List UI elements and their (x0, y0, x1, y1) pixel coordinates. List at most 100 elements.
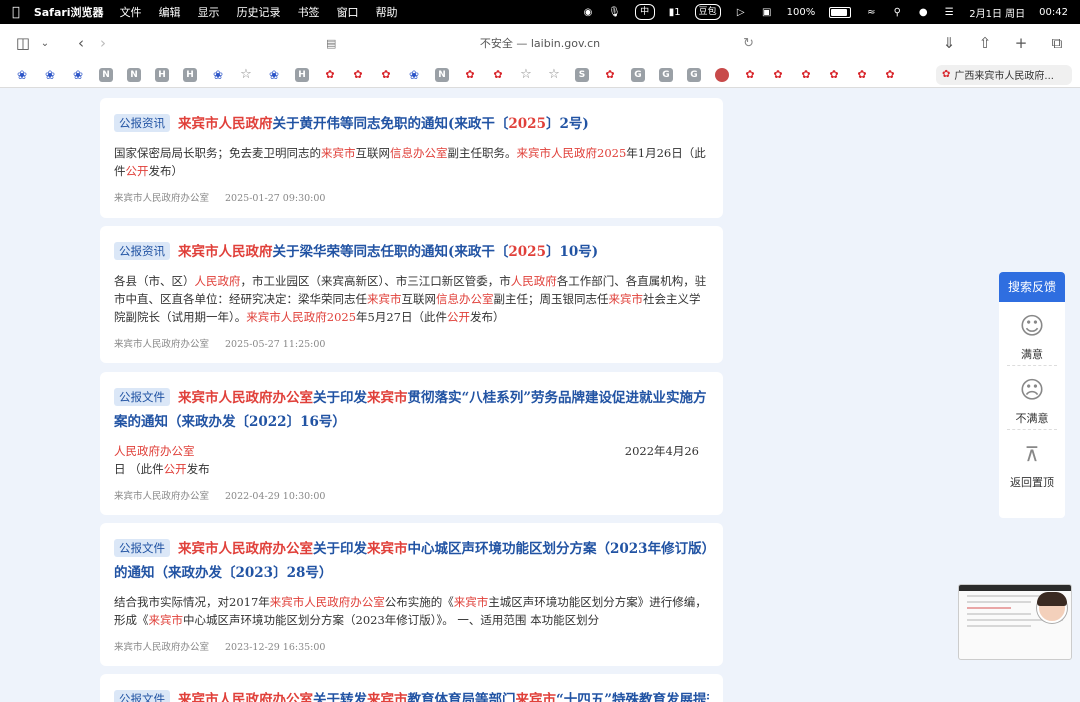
tab-group-chevron-down-icon[interactable]: ⌄ (34, 38, 56, 49)
page-content[interactable]: 公报资讯 来宾市人民政府关于黄开伟等同志免职的通知(来政干〔2025〕2号) 国家… (0, 88, 1080, 702)
title-text[interactable]: 关于黄开伟等同志免职的通知(来政干〔 (273, 116, 509, 132)
n-favicon[interactable]: N (435, 67, 449, 82)
active-favorite-tab[interactable]: ✿ 广西来宾市人民政府... (936, 64, 1072, 85)
active-favorite-tab-label[interactable]: 广西来宾市人民政府... (954, 67, 1054, 82)
control-center-icon[interactable]: ☰ (943, 5, 955, 19)
tab-overview-icon[interactable]: ⧉ (1046, 34, 1068, 52)
government-emblem-favicon[interactable]: ✿ (379, 68, 393, 82)
address-bar[interactable]: ▤ 不安全 — laibin.gov.cn ↻ (320, 30, 760, 56)
result-title-link[interactable]: 公报文件 来宾市人民政府办公室关于印发来宾市贯彻落实“八桂系列”劳务品牌建设促进就… (114, 386, 709, 434)
menu-bookmarks[interactable]: 书签 (298, 4, 320, 20)
title-highlight[interactable]: 2025 (508, 244, 546, 260)
apple-menu-icon[interactable]:  (12, 5, 20, 20)
page-menu-icon[interactable]: ▤ (326, 37, 336, 50)
title-text[interactable]: 来宾市人民政府办公室关于印发来宾市中心城区声环境功能区划分方案（2023年修订版… (114, 541, 708, 581)
doubao-app-icon[interactable]: 豆包 (694, 4, 721, 20)
text-highlight[interactable]: 来宾市人民政府办公室 (178, 692, 313, 702)
menu-edit[interactable]: 编辑 (159, 4, 181, 20)
title-text[interactable]: 来宾市人民政府办公室关于转发来宾市教育体育局等部门来宾市“十四五”特殊教育发展提… (178, 692, 709, 702)
back-to-top-button[interactable]: ⊼ 返回置顶 (1007, 430, 1057, 494)
result-title-link[interactable]: 公报文件 来宾市人民政府办公室关于转发来宾市教育体育局等部门来宾市“十四五”特殊教… (114, 688, 709, 702)
government-emblem-favicon[interactable]: ✿ (351, 68, 365, 82)
title-highlight[interactable]: 2025 (508, 116, 546, 132)
text-run[interactable]: 教育体育局等部门 (408, 692, 516, 702)
star-favicon[interactable]: ☆ (519, 67, 533, 82)
search-feedback-header[interactable]: 搜索反馈 (999, 272, 1065, 302)
reload-icon[interactable]: ↻ (743, 36, 754, 51)
back-button-icon[interactable]: ‹ (70, 34, 92, 52)
siri-icon[interactable]: ● (917, 5, 929, 19)
text-run[interactable]: 关于印发 (313, 390, 367, 406)
baidu-paw-favicon[interactable]: ❀ (407, 68, 421, 82)
g-favicon[interactable]: G (631, 67, 645, 82)
star-favicon[interactable]: ☆ (239, 67, 253, 82)
baidu-paw-favicon[interactable]: ❀ (71, 68, 85, 82)
menubar-time[interactable]: 00:42 (1039, 5, 1068, 19)
star-favicon[interactable]: ☆ (547, 67, 561, 82)
s-favicon[interactable]: S (575, 67, 589, 82)
government-emblem-favicon[interactable]: ✿ (463, 68, 477, 82)
battery-icon[interactable] (829, 6, 852, 18)
satisfied-button[interactable]: ☺ 满意 (1007, 302, 1057, 366)
microphone-icon[interactable]: 🎙 (608, 5, 621, 19)
sidebar-toggle-icon[interactable]: ◫ (12, 34, 34, 52)
government-emblem-favicon[interactable]: ✿ (855, 68, 869, 82)
n-favicon[interactable]: N (99, 67, 113, 82)
menu-help[interactable]: 帮助 (376, 4, 398, 20)
text-run[interactable]: “十四五”特殊教育发展提升 (556, 692, 709, 702)
baidu-paw-favicon[interactable]: ❀ (267, 68, 281, 82)
n-favicon[interactable]: N (127, 67, 141, 82)
result-title-link[interactable]: 公报文件 来宾市人民政府办公室关于印发来宾市中心城区声环境功能区划分方案（2023… (114, 537, 709, 585)
new-tab-plus-icon[interactable]: + (1010, 34, 1032, 52)
text-highlight[interactable]: 来宾市人民政府办公室 (178, 390, 313, 406)
text-highlight[interactable]: 来宾市 (367, 541, 408, 557)
baidu-paw-favicon[interactable]: ❀ (15, 68, 29, 82)
government-emblem-favicon[interactable]: ✿ (491, 68, 505, 82)
unsatisfied-button[interactable]: ☹ 不满意 (1007, 366, 1057, 430)
menu-view[interactable]: 显示 (198, 4, 220, 20)
government-emblem-favicon[interactable]: ✿ (323, 68, 337, 82)
share-icon[interactable]: ⇧ (974, 34, 996, 52)
title-text[interactable]: 〕10号) (546, 244, 598, 260)
g-favicon[interactable]: G (687, 67, 701, 82)
menu-history[interactable]: 历史记录 (237, 4, 281, 20)
address-bar-text[interactable]: 不安全 — laibin.gov.cn (480, 35, 600, 51)
wifi-icon[interactable]: ≈ (865, 5, 877, 19)
menu-window[interactable]: 窗口 (337, 4, 359, 20)
notification-count-icon[interactable]: ▮ 1 (669, 5, 681, 19)
government-emblem-favicon[interactable]: ✿ (799, 68, 813, 82)
government-emblem-favicon[interactable]: ✿ (771, 68, 785, 82)
menubar-date[interactable]: 2月1日 周日 (969, 5, 1025, 20)
s-app-icon[interactable]: ▣ (761, 5, 773, 19)
result-title-link[interactable]: 公报资讯 来宾市人民政府关于黄开伟等同志免职的通知(来政干〔2025〕2号) (114, 112, 709, 136)
text-run[interactable]: 关于印发 (313, 541, 367, 557)
forward-button-icon[interactable]: › (92, 34, 114, 52)
title-highlight[interactable]: 来宾市人民政府 (178, 116, 273, 132)
government-emblem-favicon[interactable]: ✿ (883, 68, 897, 82)
government-emblem-favicon[interactable]: ✿ (603, 68, 617, 82)
text-highlight[interactable]: 来宾市人民政府办公室 (178, 541, 313, 557)
record-icon[interactable]: ◉ (582, 5, 594, 19)
h-favicon[interactable]: H (295, 67, 309, 82)
government-emblem-favicon[interactable]: ✿ (827, 68, 841, 82)
h-favicon[interactable]: H (155, 67, 169, 82)
downloads-icon[interactable]: ⇓ (938, 34, 960, 52)
text-highlight[interactable]: 来宾市 (367, 390, 408, 406)
title-highlight[interactable]: 来宾市人民政府 (178, 244, 273, 260)
spotlight-search-icon[interactable]: ⚲ (891, 5, 903, 19)
input-method-indicator[interactable]: 中 (634, 4, 655, 20)
text-run[interactable]: 关于转发 (313, 692, 367, 702)
title-text[interactable]: 〕2号) (546, 116, 589, 132)
title-text[interactable]: 来宾市人民政府办公室关于印发来宾市贯彻落实“八桂系列”劳务品牌建设促进就业实施方… (114, 390, 707, 430)
h-favicon[interactable]: H (183, 67, 197, 82)
app-name-menu[interactable]: Safari浏览器 (34, 4, 104, 20)
baidu-paw-favicon[interactable]: ❀ (43, 68, 57, 82)
g-favicon[interactable]: G (659, 67, 673, 82)
text-highlight[interactable]: 来宾市 (367, 692, 408, 702)
play-icon[interactable]: ▷ (735, 5, 747, 19)
baidu-paw-favicon[interactable]: ❀ (211, 68, 225, 82)
ball-favicon[interactable] (715, 67, 729, 82)
screen-recording-thumbnail[interactable] (958, 584, 1072, 660)
title-text[interactable]: 关于梁华荣等同志任职的通知(来政干〔 (273, 244, 509, 260)
menu-file[interactable]: 文件 (120, 4, 142, 20)
